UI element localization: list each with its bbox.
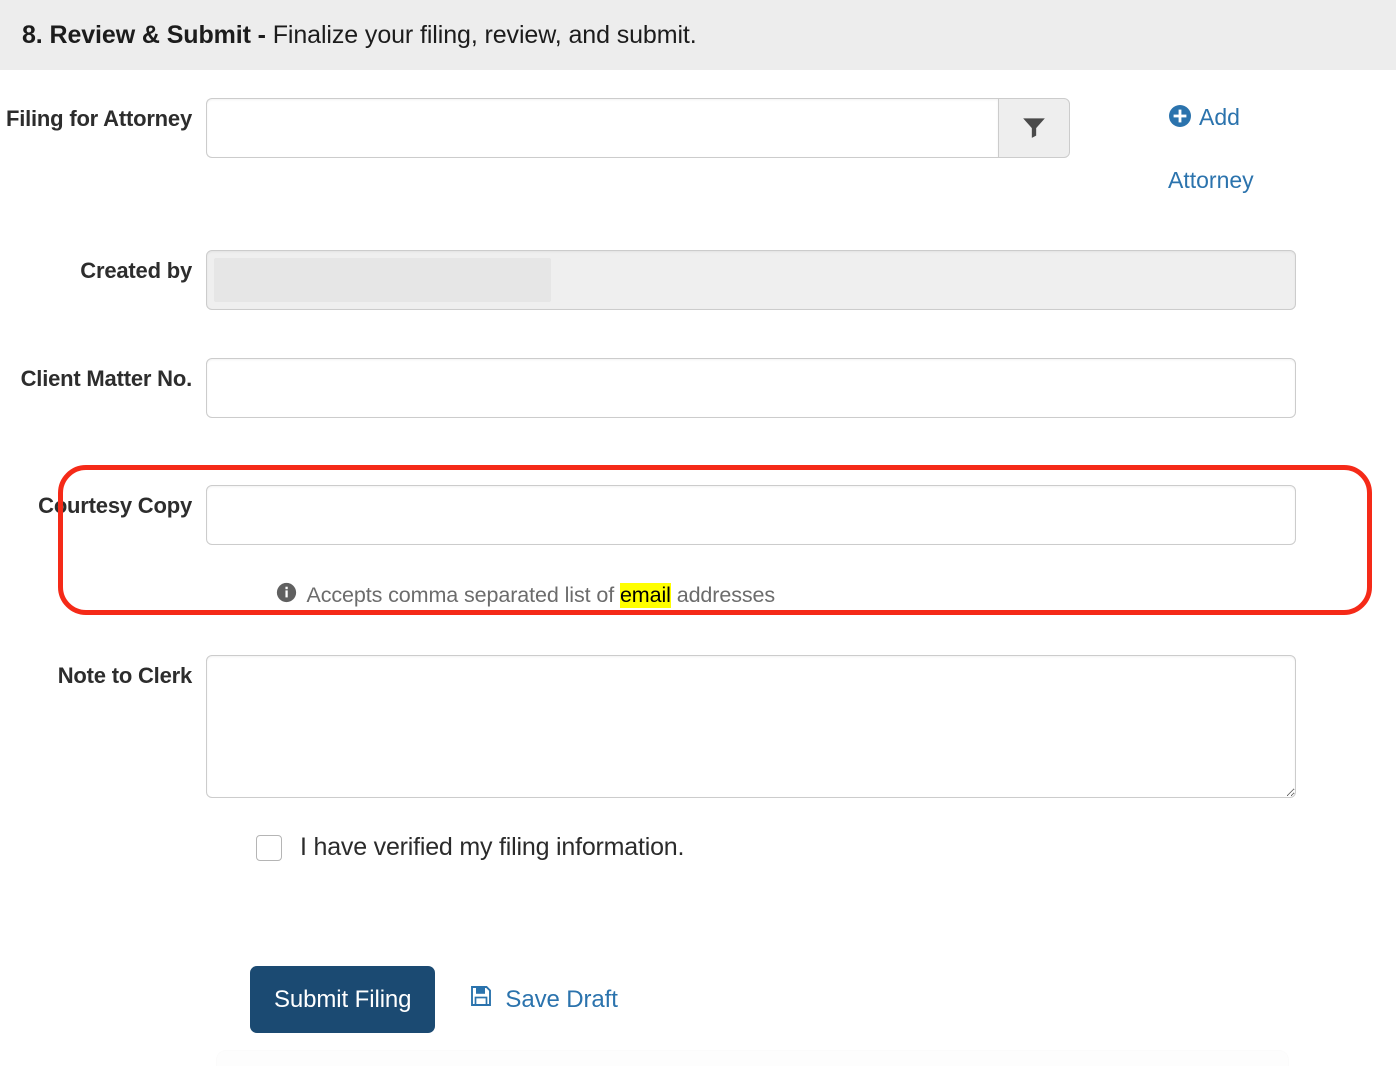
save-draft-link[interactable]: Save Draft	[469, 984, 618, 1015]
note-to-clerk-control	[206, 655, 1296, 798]
filing-for-attorney-combo	[206, 98, 1070, 158]
courtesy-copy-hint-prefix: Accepts comma separated list of	[306, 583, 620, 607]
courtesy-copy-hint-highlight: email	[619, 583, 671, 608]
row-filing-for-attorney: Filing for Attorney	[0, 98, 1070, 158]
client-matter-no-input[interactable]	[206, 358, 1296, 418]
verify-filing-row: I have verified my filing information.	[256, 833, 684, 862]
courtesy-copy-hint: Accepts comma separated list of email ad…	[206, 557, 1296, 634]
created-by-label: Created by	[80, 258, 192, 283]
filing-for-attorney-control	[206, 98, 1070, 158]
courtesy-copy-label: Courtesy Copy	[38, 493, 192, 518]
note-to-clerk-label: Note to Clerk	[57, 663, 193, 688]
row-note-to-clerk: Note to Clerk	[0, 655, 1296, 798]
section-header: 8. Review & Submit - Finalize your filin…	[0, 0, 1396, 70]
verify-filing-checkbox[interactable]	[256, 834, 282, 861]
row-created-by: Created by	[0, 250, 1296, 310]
section-step-description: Finalize your filing, review, and submit…	[272, 20, 697, 49]
add-attorney-link[interactable]: Add Attorney	[1168, 87, 1378, 210]
plus-circle-icon	[1168, 90, 1192, 150]
created-by-control	[206, 250, 1296, 310]
funnel-icon	[1021, 114, 1047, 143]
created-by-redaction-block	[214, 258, 551, 302]
courtesy-copy-input[interactable]	[206, 485, 1296, 545]
filing-for-attorney-label: Filing for Attorney	[5, 106, 192, 131]
form-actions: Submit Filing Save Draft	[250, 966, 618, 1033]
review-and-submit-page: 8. Review & Submit - Finalize your filin…	[0, 0, 1396, 1066]
next-section-panel-edge	[216, 1050, 1289, 1066]
save-draft-label: Save Draft	[505, 985, 618, 1013]
add-attorney-label-line1: Add	[1199, 104, 1240, 130]
filing-for-attorney-filter-button[interactable]	[998, 98, 1070, 158]
add-attorney-label-line2: Attorney	[1168, 167, 1254, 193]
info-circle-icon	[206, 557, 297, 634]
submit-filing-button[interactable]: Submit Filing	[250, 966, 436, 1033]
filing-for-attorney-input[interactable]	[206, 98, 998, 158]
section-step-title: 8. Review & Submit -	[22, 20, 273, 49]
courtesy-copy-control: Accepts comma separated list of email ad…	[206, 485, 1296, 634]
row-courtesy-copy: Courtesy Copy Accepts comma separated li…	[0, 485, 1296, 634]
client-matter-no-control	[206, 358, 1296, 418]
note-to-clerk-textarea[interactable]	[206, 655, 1296, 798]
courtesy-copy-hint-suffix: addresses	[670, 583, 776, 607]
floppy-disk-icon	[469, 984, 493, 1015]
client-matter-no-label: Client Matter No.	[20, 366, 193, 391]
row-client-matter-no: Client Matter No.	[0, 358, 1296, 418]
verify-filing-label[interactable]: I have verified my filing information.	[300, 833, 684, 862]
